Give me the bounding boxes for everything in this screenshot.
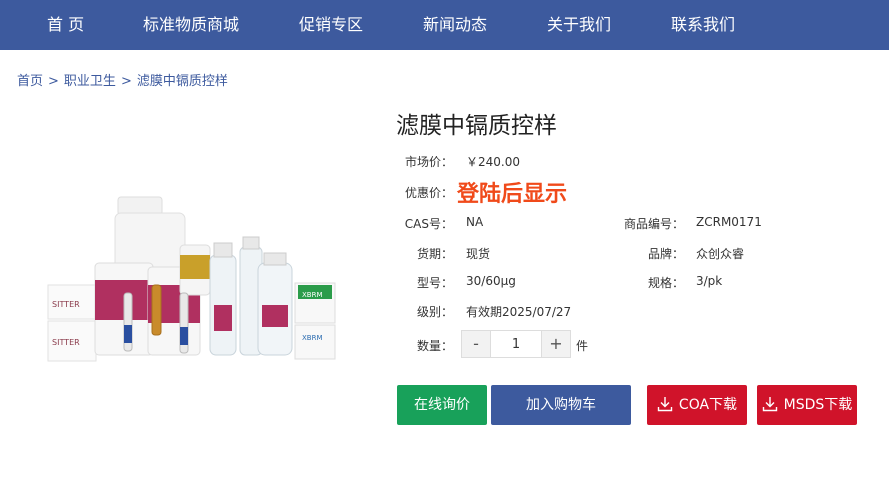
msds-download-button[interactable]: MSDS下载	[757, 385, 857, 425]
model-value: 30/60μg	[466, 274, 516, 288]
msds-download-label: MSDS下载	[783, 397, 853, 413]
cas-value: NA	[466, 215, 484, 229]
brand-label-left-bottom: SITTER	[52, 338, 80, 347]
product-title: 滤膜中镉质控样	[396, 113, 557, 139]
nav-item-shop[interactable]: 标准物质商城	[143, 0, 239, 50]
grade-label: 级别：	[416, 305, 453, 319]
product-code-value: ZCRM0171	[696, 215, 762, 229]
quantity-stepper: - +	[461, 330, 571, 358]
market-price-label: 市场价：	[404, 155, 453, 169]
breadcrumb-separator: >	[48, 74, 59, 89]
download-icon	[657, 396, 673, 411]
quantity-increase-button[interactable]: +	[542, 331, 570, 357]
breadcrumb-current[interactable]: 滤膜中镉质控样	[137, 70, 228, 89]
coa-download-button[interactable]: COA下载	[647, 385, 747, 425]
nav-item-news[interactable]: 新闻动态	[423, 0, 487, 50]
brand-label-left-top: SITTER	[52, 300, 80, 309]
stock-label: 货期：	[416, 247, 453, 261]
brand-label: 品牌：	[647, 247, 684, 261]
promo-price-label: 优惠价：	[404, 186, 453, 200]
nav-item-promo[interactable]: 促销专区	[299, 0, 363, 50]
nav-item-contact[interactable]: 联系我们	[671, 0, 735, 50]
spec-label: 规格：	[647, 276, 684, 290]
nav-item-home[interactable]: 首 页	[47, 0, 84, 50]
nav-item-about[interactable]: 关于我们	[547, 0, 611, 50]
quantity-label: 数量：	[416, 339, 453, 353]
coa-download-label: COA下载	[678, 397, 738, 413]
online-inquiry-button[interactable]: 在线询价	[397, 385, 487, 425]
stock-value: 现货	[466, 247, 491, 261]
breadcrumb-home[interactable]: 首页	[17, 70, 43, 89]
brand-label-right-top: XBRM	[302, 291, 323, 299]
breadcrumb-category[interactable]: 职业卫生	[64, 70, 116, 89]
brand-label-right-bottom: XBRM	[302, 334, 323, 342]
spec-value: 3/pk	[696, 274, 723, 288]
add-to-cart-button[interactable]: 加入购物车	[491, 385, 631, 425]
market-price-value: ￥240.00	[466, 155, 520, 169]
product-code-label: 商品编号：	[623, 217, 684, 231]
model-label: 型号：	[416, 276, 453, 290]
download-icon	[762, 396, 777, 411]
promo-price-value: 登陆后显示	[457, 182, 568, 207]
top-nav: 首 页 标准物质商城 促销专区 新闻动态 关于我们 联系我们	[0, 0, 889, 50]
brand-value: 众创众睿	[696, 247, 745, 261]
breadcrumb-separator: >	[120, 74, 132, 89]
quantity-input[interactable]	[490, 331, 542, 357]
quantity-decrease-button[interactable]: -	[462, 331, 490, 357]
product-image: SITTER SITTER XBRM XBRM	[47, 196, 336, 362]
cas-label: CAS号：	[404, 217, 453, 231]
grade-value: 有效期2025/07/27	[466, 305, 572, 319]
quantity-unit: 件	[576, 339, 589, 353]
breadcrumb: 首页 > 职业卫生 > 滤膜中镉质控样	[17, 70, 228, 89]
